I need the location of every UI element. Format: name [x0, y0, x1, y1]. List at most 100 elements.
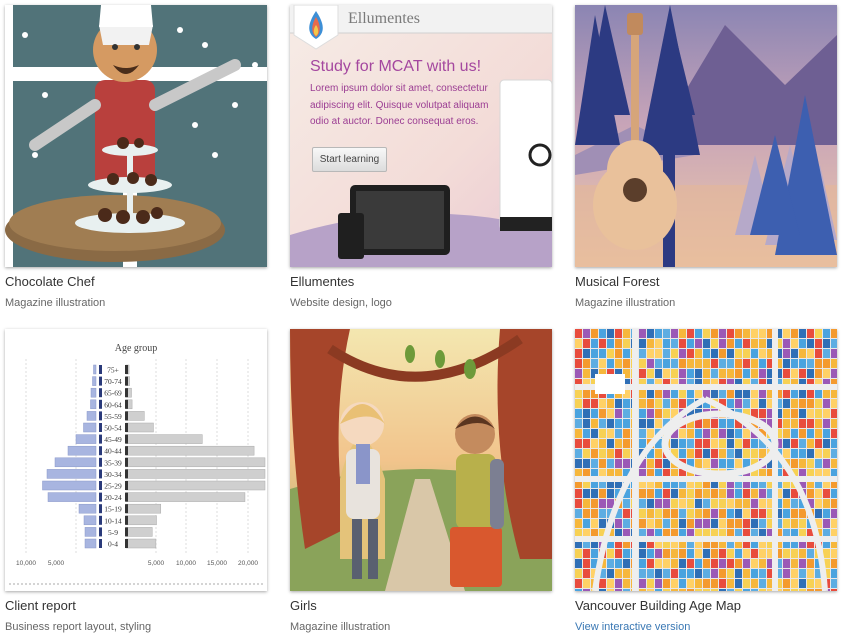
building-parcel	[815, 489, 822, 498]
building-parcel	[687, 499, 694, 508]
building-parcel	[831, 429, 837, 438]
ellumentes-thumbnail[interactable]: Ellumentes Study for MCAT with us! Lorem…	[290, 5, 552, 267]
bar-right	[125, 538, 157, 549]
building-parcel	[815, 409, 822, 418]
building-parcel	[687, 579, 694, 588]
building-parcel	[799, 369, 806, 378]
bar-left	[84, 538, 97, 549]
card-title[interactable]: Client report	[5, 598, 76, 613]
building-parcel	[615, 349, 622, 358]
bar-left	[54, 457, 97, 468]
building-parcel	[743, 569, 750, 578]
portfolio-card-vancouver-map[interactable]: Vancouver Building Age Map View interact…	[575, 329, 837, 633]
building-parcel	[639, 389, 646, 398]
bar-left-edge	[99, 376, 102, 386]
building-parcel	[735, 399, 742, 408]
card-title[interactable]: Vancouver Building Age Map	[575, 598, 741, 613]
building-parcel	[695, 439, 702, 448]
building-parcel	[711, 369, 718, 378]
start-learning-button[interactable]: Start learning	[312, 147, 387, 172]
building-parcel	[679, 439, 686, 448]
bar-right	[125, 492, 246, 502]
card-subtitle: Magazine illustration	[575, 297, 676, 309]
chocolate-chef-thumbnail[interactable]	[5, 5, 267, 267]
bar-left	[84, 527, 97, 537]
building-parcel	[783, 549, 790, 558]
building-parcel	[663, 569, 670, 578]
card-title[interactable]: Chocolate Chef	[5, 274, 95, 289]
building-parcel	[743, 449, 750, 458]
building-parcel	[655, 399, 662, 408]
building-parcel	[743, 589, 750, 591]
building-parcel	[727, 569, 734, 578]
building-parcel	[655, 499, 662, 508]
bar-right-edge	[125, 423, 128, 432]
building-parcel	[647, 559, 654, 568]
building-parcel	[735, 359, 742, 368]
building-parcel	[615, 359, 622, 368]
building-parcel	[831, 329, 837, 338]
portfolio-card-chocolate-chef[interactable]: Chocolate Chef Magazine illustration	[5, 5, 267, 309]
building-parcel	[791, 359, 798, 368]
musical-forest-thumbnail[interactable]	[575, 5, 837, 267]
building-parcel	[711, 519, 718, 528]
building-parcel	[719, 329, 726, 338]
portfolio-card-ellumentes[interactable]: Ellumentes Study for MCAT with us! Lorem…	[290, 5, 552, 309]
building-parcel	[695, 589, 702, 591]
bar-left	[75, 434, 97, 444]
building-parcel	[831, 489, 837, 498]
bar-left-edge	[99, 411, 102, 421]
building-parcel	[759, 589, 766, 591]
building-parcel	[823, 429, 830, 438]
building-parcel	[615, 549, 622, 558]
building-parcel	[823, 449, 830, 458]
building-parcel	[791, 549, 798, 558]
building-parcel	[647, 459, 654, 468]
building-parcel	[599, 419, 606, 428]
building-parcel	[719, 459, 726, 468]
building-parcel	[695, 349, 702, 358]
building-parcel	[623, 349, 630, 358]
building-parcel	[687, 329, 694, 338]
portfolio-card-girls[interactable]: Girls Magazine illustration	[290, 329, 552, 633]
building-parcel	[695, 579, 702, 588]
building-parcel	[783, 449, 790, 458]
building-parcel	[727, 429, 734, 438]
building-parcel	[583, 509, 590, 518]
building-parcel	[695, 329, 702, 338]
building-parcel	[719, 499, 726, 508]
vancouver-map-thumbnail[interactable]	[575, 329, 837, 591]
building-parcel	[623, 329, 630, 338]
building-parcel	[655, 579, 662, 588]
card-title[interactable]: Ellumentes	[290, 274, 354, 289]
card-title[interactable]: Musical Forest	[575, 274, 660, 289]
building-parcel	[599, 519, 606, 528]
girls-thumbnail[interactable]	[290, 329, 552, 591]
building-parcel	[815, 329, 822, 338]
card-title[interactable]: Girls	[290, 598, 317, 613]
building-parcel	[695, 489, 702, 498]
portfolio-card-client-report[interactable]: Age group 75+ 70-74 65-69 60-64 55-59 50-54 45…	[5, 329, 267, 633]
building-parcel	[815, 349, 822, 358]
building-parcel	[815, 499, 822, 508]
age-label: 10-14	[104, 516, 122, 525]
building-parcel	[607, 569, 614, 578]
building-parcel	[807, 429, 814, 438]
portfolio-card-musical-forest[interactable]: Musical Forest Magazine illustration	[575, 5, 837, 309]
building-parcel	[615, 559, 622, 568]
building-parcel	[591, 519, 598, 528]
building-parcel	[831, 579, 837, 588]
bar-left-edge	[99, 539, 102, 548]
building-parcel	[647, 589, 654, 591]
building-parcel	[727, 329, 734, 338]
client-report-thumbnail[interactable]: Age group 75+ 70-74 65-69 60-64 55-59 50-54 45…	[5, 329, 267, 591]
building-parcel	[663, 499, 670, 508]
building-parcel	[615, 449, 622, 458]
building-parcel	[639, 399, 646, 408]
building-parcel	[751, 369, 758, 378]
building-parcel	[583, 549, 590, 558]
building-parcel	[735, 509, 742, 518]
view-interactive-version-link[interactable]: View interactive version	[575, 621, 690, 633]
bar-left-edge	[99, 388, 102, 398]
building-parcel	[639, 349, 646, 358]
